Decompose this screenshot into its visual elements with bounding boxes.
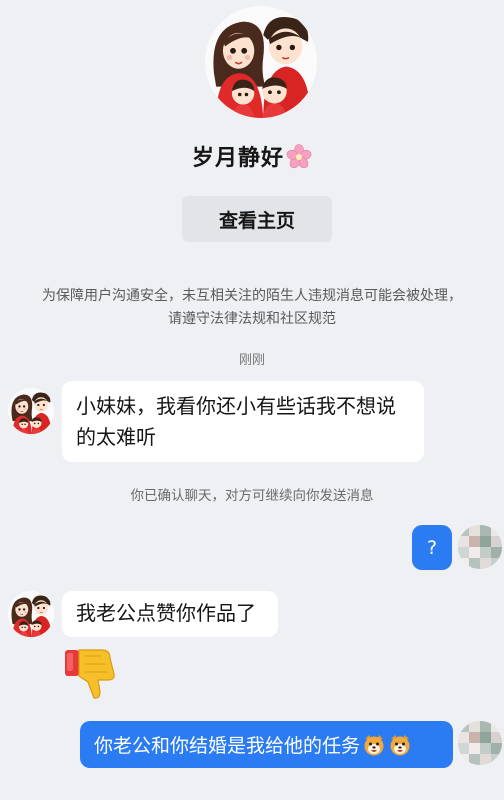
dog-face-icon — [362, 733, 386, 757]
message-text: 我老公点赞你作品了 — [76, 601, 256, 625]
view-homepage-button[interactable]: 查看主页 — [182, 196, 332, 242]
message-text: ? — [426, 536, 438, 559]
message-text: 你老公和你结婚是我给他的任务 — [94, 735, 361, 757]
message-bubble-incoming[interactable]: 小妹妹，我看你还小有些话我不想说的太难听 — [62, 381, 424, 462]
profile-avatar[interactable] — [205, 6, 317, 118]
chat-confirm-note: 你已确认聊天，对方可继续向你发送消息 — [130, 488, 374, 504]
message-bubble-incoming[interactable]: 我老公点赞你作品了 — [62, 591, 278, 637]
message-timestamp: 刚刚 — [238, 353, 265, 368]
dog-face-icon — [388, 733, 412, 757]
profile-name-text: 岁月静好 — [191, 146, 284, 171]
my-avatar[interactable] — [458, 525, 502, 569]
message-bubble-outgoing[interactable]: 你老公和你结婚是我给他的任务 — [80, 721, 453, 768]
sender-avatar[interactable] — [8, 591, 54, 637]
thumbs-down-icon[interactable] — [62, 644, 120, 702]
my-avatar[interactable] — [458, 721, 502, 765]
cherry-blossom-icon — [286, 144, 312, 170]
sender-avatar[interactable] — [8, 388, 54, 434]
profile-name: 岁月静好 — [0, 140, 504, 172]
message-text: 小妹妹，我看你还小有些话我不想说的太难听 — [76, 394, 396, 449]
message-bubble-outgoing[interactable]: ? — [412, 525, 452, 570]
safety-notice: 为保障用户沟通安全，未互相关注的陌生人违规消息可能会被处理，请遵守法律法规和社区… — [42, 288, 462, 327]
